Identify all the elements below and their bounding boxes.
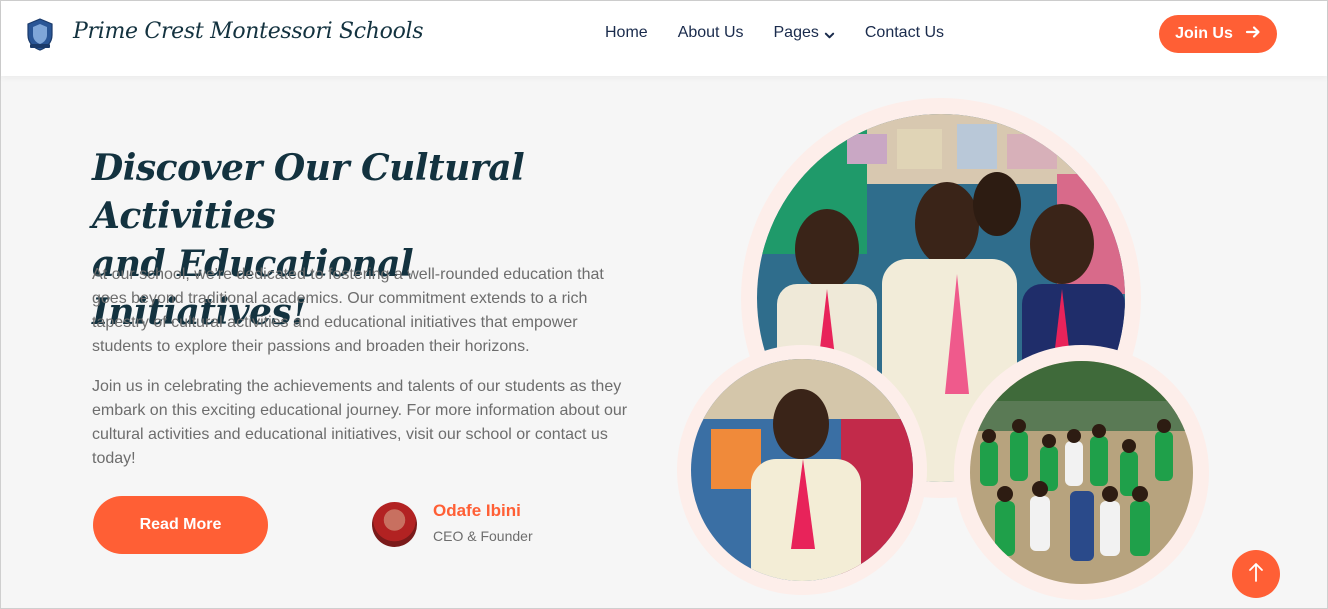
navbar: Prime Crest Montessori Schools Home Abou…: [1, 1, 1327, 76]
nav-home-label: Home: [605, 24, 648, 41]
nav-contact-us-label: Contact Us: [864, 24, 945, 41]
crest-icon[interactable]: [25, 17, 55, 51]
chevron-down-icon: [824, 28, 835, 39]
hero-title-line1: Discover Our Cultural Activities: [92, 147, 525, 237]
join-us-button[interactable]: Join Us: [1159, 15, 1277, 53]
founder-name: Odafe Ibini: [433, 501, 521, 520]
nav-pages-dropdown[interactable]: Pages: [774, 24, 835, 42]
hero-paragraph-2: Join us in celebrating the achievements …: [92, 378, 628, 467]
brand-name[interactable]: Prime Crest Montessori Schools: [73, 19, 424, 44]
scroll-to-top-button[interactable]: [1232, 550, 1280, 598]
read-more-button[interactable]: Read More: [93, 496, 268, 554]
nav-about-us[interactable]: About Us: [678, 24, 744, 42]
student-portrait-photo: [691, 359, 913, 581]
nav-home[interactable]: Home: [605, 24, 648, 42]
founder-role: CEO & Founder: [433, 528, 533, 544]
nav-about-us-label: About Us: [677, 24, 744, 41]
arrow-right-icon: [1245, 24, 1261, 45]
arrow-up-icon: [1246, 561, 1266, 588]
join-us-label: Join Us: [1175, 25, 1233, 42]
nav-pages-label: Pages: [773, 24, 819, 41]
nav-contact-us[interactable]: Contact Us: [865, 24, 944, 42]
students-outdoor-photo: [970, 361, 1193, 584]
founder-avatar: [372, 502, 417, 547]
main-nav: Home About Us Pages Contact Us: [605, 24, 974, 42]
hero-paragraph-1: At our school, we're dedicated to foster…: [92, 266, 604, 355]
